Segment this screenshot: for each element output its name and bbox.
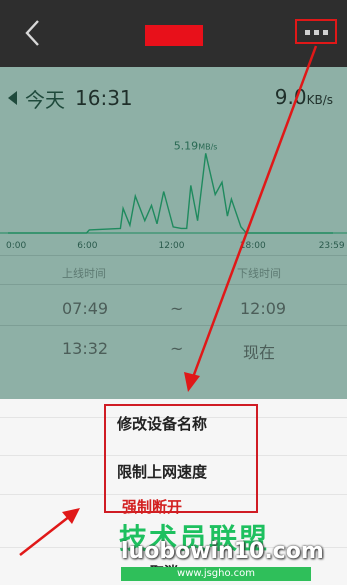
watermark-site: luobowin10.com [121, 539, 324, 564]
peak-unit: MB/s [198, 142, 217, 151]
redacted-title [145, 25, 203, 46]
session-start: 07:49 [62, 299, 109, 318]
x-tick-label: 0:00 [6, 241, 26, 251]
session-end: 12:09 [240, 299, 287, 318]
watermark-bar: www.jsgho.com [121, 567, 311, 581]
x-axis-ticks: 0:00 6:00 12:00 18:00 23:59 [6, 241, 345, 251]
offline-time-header: 下线时间 [237, 267, 281, 280]
x-tick-label: 12:00 [159, 241, 185, 251]
session-start: 13:32 [62, 339, 109, 358]
divider [0, 255, 347, 256]
previous-day-icon[interactable] [8, 91, 17, 105]
session-separator: ~ [170, 339, 184, 358]
menu-item-limit-speed[interactable]: 限制上网速度 [117, 461, 207, 482]
date-selector[interactable]: 今天 16:31 [8, 83, 133, 113]
speed-unit: KB/s [306, 93, 333, 107]
x-tick-label: 6:00 [77, 241, 97, 251]
divider [0, 284, 347, 285]
top-bar [0, 0, 347, 67]
device-traffic-panel: 今天 16:31 9.0KB/s 5.19MB/s 0:00 6:00 12:00 1… [0, 67, 347, 399]
speed-value: 9.0 [274, 85, 307, 109]
traffic-chart: 5.19MB/s 0:00 6:00 12:00 18:00 23:59 [0, 139, 347, 251]
session-end: 现在 [243, 343, 276, 362]
current-time: 16:31 [75, 86, 133, 110]
menu-item-rename-device[interactable]: 修改设备名称 [117, 413, 207, 434]
peak-label: 5.19MB/s [174, 139, 218, 152]
chevron-left-icon[interactable] [18, 18, 48, 48]
session-separator: ~ [170, 299, 184, 318]
current-speed: 9.0KB/s [275, 85, 333, 109]
menu-item-force-disconnect[interactable]: 强制断开 [122, 496, 182, 517]
more-horizontal-icon[interactable] [295, 19, 337, 44]
watermark: 技术员联盟 luobowin10.com www.jsgho.com [115, 517, 347, 585]
date-label: 今天 [25, 87, 65, 112]
online-time-header: 上线时间 [62, 267, 106, 280]
x-tick-label: 18:00 [240, 241, 266, 251]
x-tick-label: 23:59 [319, 241, 345, 251]
traffic-series [8, 153, 333, 234]
divider [0, 325, 347, 326]
